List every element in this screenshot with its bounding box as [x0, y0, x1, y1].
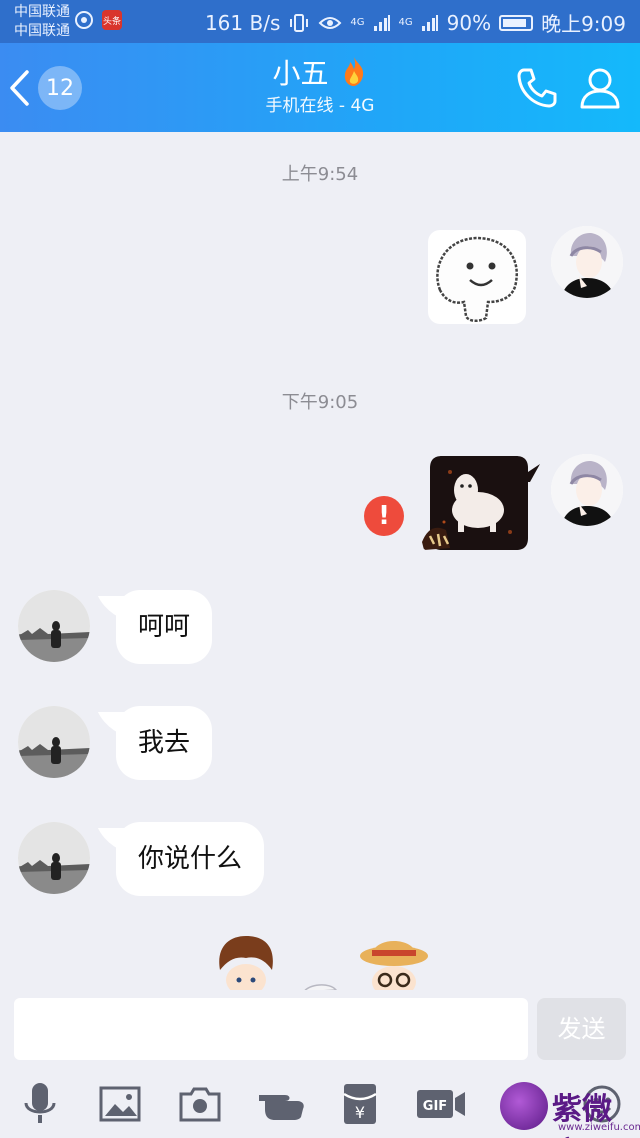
battery-icon: [499, 14, 534, 31]
alpaca-sticker[interactable]: [420, 452, 542, 552]
status-right: 161 B/s 4G 4G 90% 晚上9:09: [205, 8, 626, 37]
message-bubble[interactable]: 我去: [116, 706, 213, 780]
carrier-1: 中国联通: [14, 4, 70, 20]
toutiao-app-icon: 头条: [102, 10, 122, 30]
alpaca-sticker-image: [422, 456, 540, 550]
contact-avatar[interactable]: [18, 590, 90, 662]
avatar-illustration: [551, 226, 623, 298]
vibrate-icon: [290, 13, 309, 32]
red-packet-button[interactable]: ¥: [336, 1080, 384, 1128]
contact-avatar[interactable]: [18, 822, 90, 894]
chat-header: 12 小五 手机在线 - 4G: [0, 43, 640, 132]
avatar-illustration: [551, 454, 623, 526]
carrier-2: 中国联通: [14, 23, 70, 39]
notification-icons: 头条: [74, 10, 122, 30]
chat-title-block[interactable]: 小五 手机在线 - 4G: [170, 55, 470, 117]
back-icon: [10, 70, 29, 106]
contact-avatar[interactable]: [18, 706, 90, 778]
signal-bars-icon: [421, 14, 438, 31]
back-button[interactable]: 12: [8, 61, 92, 115]
camera-icon: [179, 1087, 221, 1122]
eye-icon: [318, 16, 342, 29]
smiley-face-icon: [436, 236, 518, 322]
poke-button[interactable]: [256, 1080, 310, 1128]
status-bar: 中国联通 中国联通 头条 161 B/s 4G 4G 90% 晚上9:09: [0, 0, 640, 43]
send-failed-icon[interactable]: !: [364, 496, 404, 536]
peeking-hat-boy-icon: [360, 941, 428, 994]
message-bubble[interactable]: 呵呵: [116, 590, 213, 664]
battery-fill: [503, 18, 527, 27]
call-button[interactable]: [514, 65, 560, 111]
image-icon: [99, 1086, 141, 1122]
silhouette-photo: [18, 590, 90, 662]
timestamp: 下午9:05: [281, 392, 359, 413]
gif-label: GIF: [423, 1099, 447, 1114]
contact-name: 小五: [272, 57, 329, 90]
watermark-logo-icon: [500, 1082, 548, 1130]
my-avatar[interactable]: [551, 226, 623, 298]
voice-button[interactable]: [16, 1080, 64, 1128]
image-button[interactable]: [96, 1080, 144, 1128]
online-status: 手机在线 - 4G: [265, 96, 375, 116]
signal-1-label: 4G: [350, 17, 365, 28]
site-watermark: 紫微府 www.ziweifu.com: [500, 1080, 640, 1138]
smiley-face-sticker[interactable]: [428, 230, 526, 324]
my-avatar[interactable]: [551, 454, 623, 526]
hand-point-icon: [259, 1095, 304, 1120]
hotspot-icon: [75, 11, 93, 29]
message-input[interactable]: [14, 998, 528, 1060]
fire-icon: [345, 57, 364, 86]
chat-title: 小五: [170, 55, 470, 93]
microphone-icon: [24, 1083, 56, 1123]
composer: 发送: [0, 990, 640, 1070]
clock: 晚上9:09: [541, 12, 626, 36]
peeking-boy-icon: [219, 936, 273, 994]
phone-icon: [517, 68, 557, 108]
timestamp: 上午9:54: [281, 164, 359, 185]
network-speed: 161 B/s: [204, 10, 281, 35]
red-packet-icon: ¥: [343, 1084, 377, 1124]
silhouette-photo: [18, 706, 90, 778]
signal-2-label: 4G: [398, 17, 413, 28]
gif-button[interactable]: GIF: [414, 1080, 468, 1128]
profile-button[interactable]: [577, 65, 623, 111]
silhouette-photo: [18, 822, 90, 894]
yuan-symbol: ¥: [355, 1103, 365, 1122]
send-button[interactable]: 发送: [537, 998, 626, 1060]
signal-bars-icon: [373, 14, 390, 31]
gif-icon: GIF: [417, 1090, 465, 1118]
unread-count-badge: 12: [38, 66, 82, 110]
watermark-url: www.ziweifu.com: [558, 1122, 640, 1133]
message-bubble[interactable]: 你说什么: [116, 822, 265, 896]
battery-percent: 90%: [446, 10, 492, 35]
profile-icon: [580, 68, 620, 109]
carrier-labels: 中国联通 中国联通: [14, 3, 70, 41]
camera-button[interactable]: [176, 1080, 224, 1128]
